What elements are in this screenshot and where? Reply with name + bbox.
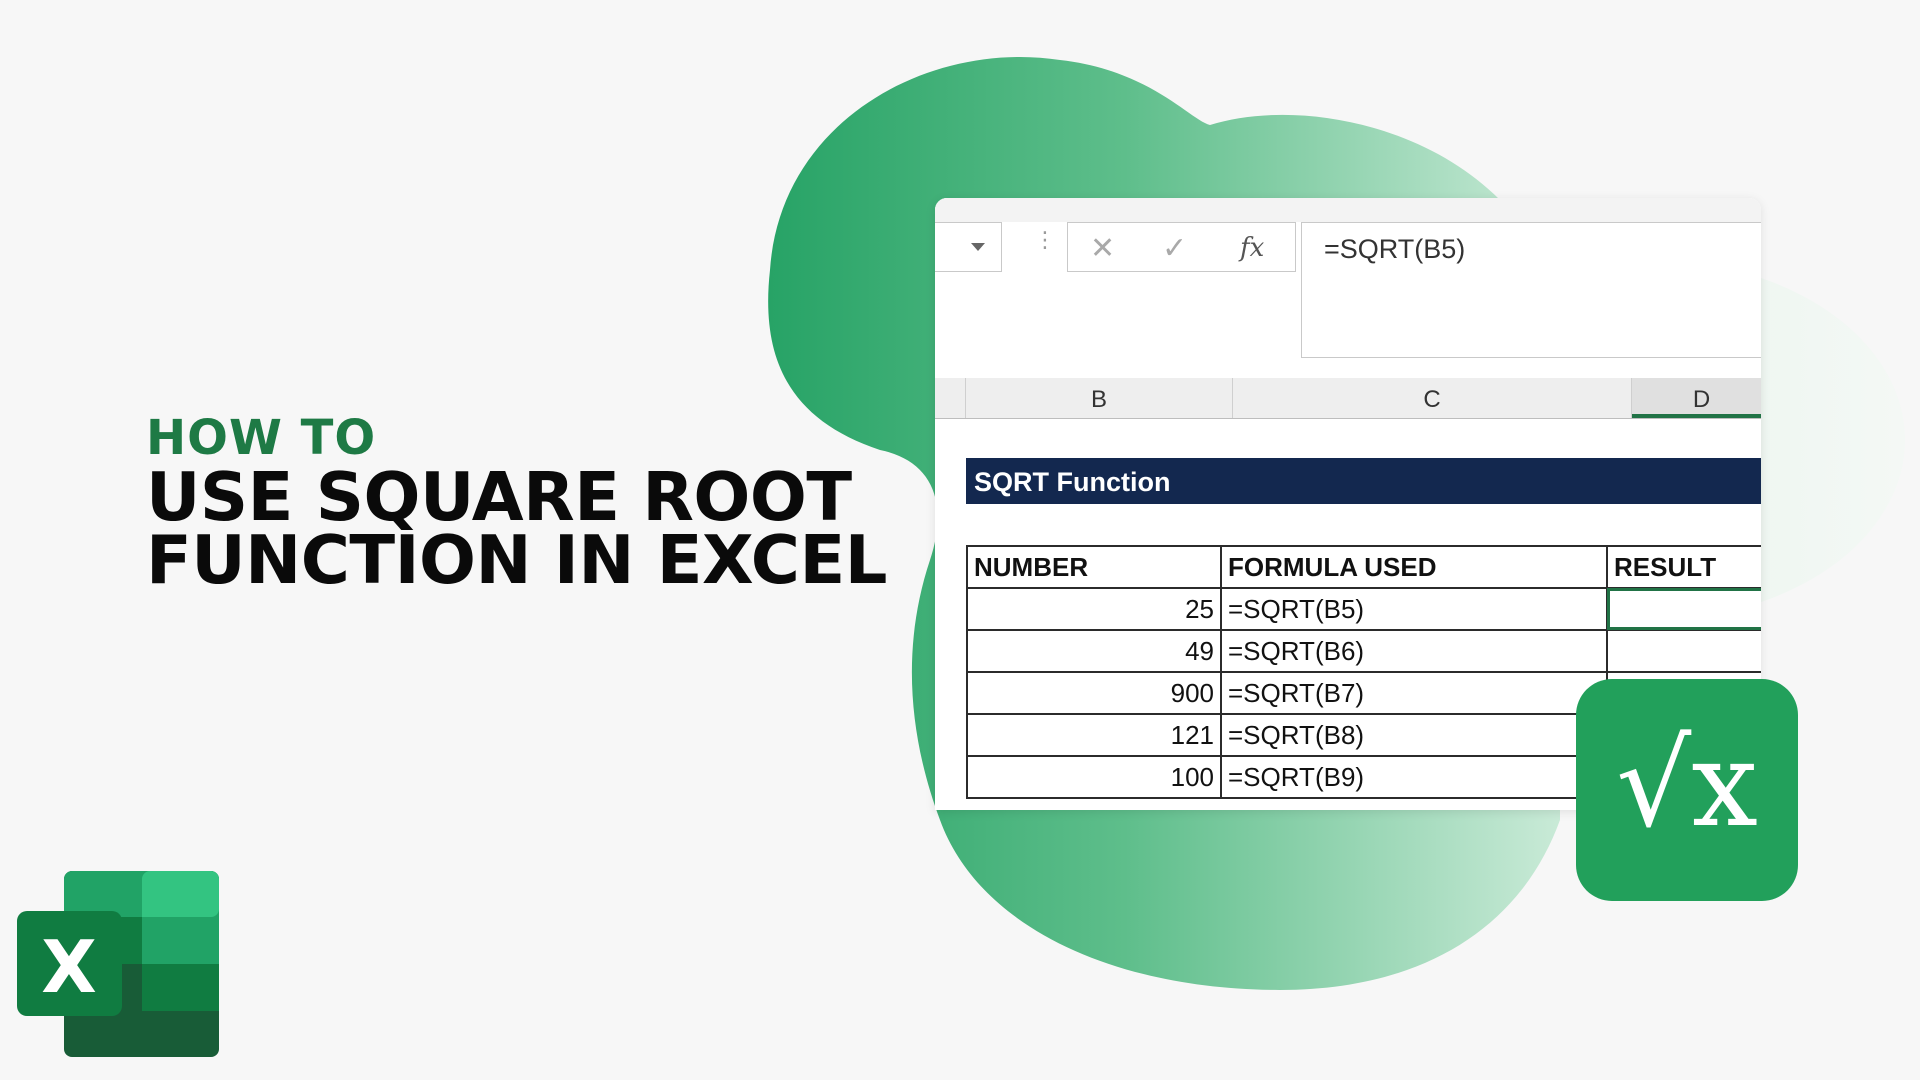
cell-formula[interactable]: =SQRT(B5)	[1220, 587, 1608, 631]
cell-formula[interactable]: =SQRT(B8)	[1220, 713, 1608, 757]
cell-result-selected[interactable]: 5	[1606, 587, 1761, 631]
table-header-row: NUMBER FORMULA USED RESULT	[966, 545, 1761, 589]
header-formula[interactable]: FORMULA USED	[1220, 545, 1608, 589]
header-number[interactable]: NUMBER	[966, 545, 1222, 589]
cell-formula[interactable]: =SQRT(B6)	[1220, 629, 1608, 673]
column-headers: B C D	[935, 378, 1761, 419]
header-result[interactable]: RESULT	[1606, 545, 1761, 589]
headline-line-2: FUNCTION IN EXCEL	[146, 521, 887, 599]
formula-input[interactable]: =SQRT(B5)	[1301, 222, 1761, 358]
headline-line-1: USE SQUARE ROOT	[146, 458, 852, 536]
cell-number[interactable]: 121	[966, 713, 1222, 757]
formula-text: =SQRT(B5)	[1324, 234, 1466, 264]
column-header-c[interactable]: C	[1233, 378, 1632, 418]
cell-formula[interactable]: =SQRT(B7)	[1220, 671, 1608, 715]
excel-logo-icon: X	[17, 871, 219, 1057]
cell-result[interactable]: 7	[1606, 629, 1761, 673]
sqrt-badge-icon: √x	[1576, 679, 1798, 901]
formula-bar: ⋮ ✕ ✓ fx =SQRT(B5)	[935, 198, 1761, 379]
drag-handle-icon[interactable]: ⋮	[1034, 229, 1056, 251]
cell-number[interactable]: 49	[966, 629, 1222, 673]
name-box-dropdown[interactable]	[935, 222, 1002, 272]
sqrt-symbol: √x	[1616, 715, 1758, 853]
chevron-down-icon	[971, 243, 985, 251]
insert-function-icon[interactable]: fx	[1240, 233, 1264, 263]
formula-buttons: ✕ ✓ fx	[1067, 222, 1296, 272]
column-header-d[interactable]: D	[1632, 378, 1761, 418]
column-header-b[interactable]: B	[966, 378, 1233, 418]
enter-icon[interactable]: ✓	[1162, 231, 1187, 266]
cell-formula[interactable]: =SQRT(B9)	[1220, 755, 1608, 799]
sheet-banner-title[interactable]: SQRT Function	[966, 458, 1761, 504]
table-row: 25 =SQRT(B5) 5	[966, 587, 1761, 631]
headline: HOW TO USE SQUARE ROOT FUNCTION IN EXCEL	[146, 410, 887, 599]
cell-number[interactable]: 25	[966, 587, 1222, 631]
column-header-a[interactable]	[935, 378, 966, 418]
cell-number[interactable]: 100	[966, 755, 1222, 799]
table-row: 49 =SQRT(B6) 7	[966, 629, 1761, 673]
cell-number[interactable]: 900	[966, 671, 1222, 715]
logo-letter: X	[41, 925, 97, 1009]
ribbon-edge	[935, 198, 1761, 222]
cancel-icon[interactable]: ✕	[1090, 231, 1115, 266]
